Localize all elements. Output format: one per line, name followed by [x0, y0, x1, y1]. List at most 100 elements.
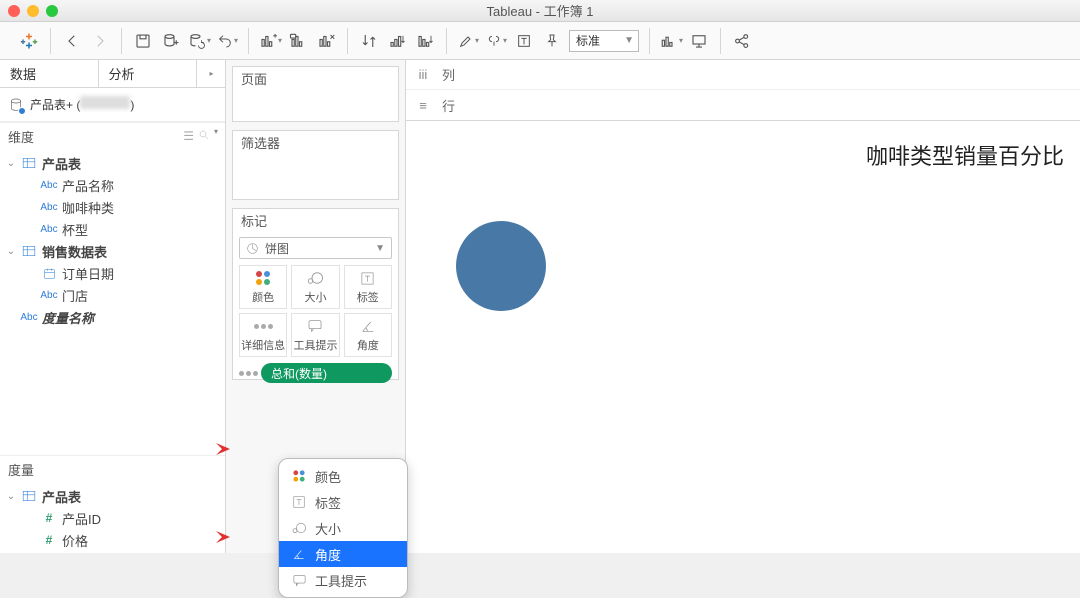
marks-card: 标记 饼图 ▼ 颜色 大小 标签 详细信息 工具提示 角度 总和(数量): [232, 208, 399, 380]
pie-mark[interactable]: [456, 221, 546, 311]
field-store[interactable]: Abc门店: [0, 284, 225, 306]
size-icon: [291, 522, 307, 534]
mark-type-dropdown[interactable]: 饼图 ▼: [239, 237, 392, 259]
annotation-arrow-1: [196, 440, 232, 458]
swap-icon[interactable]: [358, 30, 380, 52]
marks-tooltip[interactable]: 工具提示: [291, 313, 339, 357]
field-order-date[interactable]: 订单日期: [0, 262, 225, 284]
marks-angle[interactable]: 角度: [344, 313, 392, 357]
group-icon[interactable]: ▾: [485, 30, 507, 52]
tab-data[interactable]: 数据: [0, 60, 99, 87]
size-icon: [306, 269, 324, 287]
back-icon[interactable]: [61, 30, 83, 52]
save-icon[interactable]: [132, 30, 154, 52]
side-panel: 数据 分析 ▸ 产品表+ () 维度 ☰ ▾ ⌄ 产品表: [0, 60, 226, 553]
fit-dropdown[interactable]: 标准 ▼: [569, 30, 639, 52]
number-icon: #: [40, 533, 58, 547]
view-list-icon[interactable]: ☰: [183, 129, 194, 144]
viz-canvas[interactable]: 咖啡类型销量百分比: [406, 121, 1080, 553]
detail-icon: [254, 324, 273, 329]
color-icon: [256, 271, 270, 285]
datasource-name: 产品表+ (): [30, 96, 134, 113]
field-measure-names[interactable]: Abc度量名称: [0, 306, 225, 328]
string-icon: Abc: [40, 290, 58, 301]
chevron-down-icon: ▼: [624, 35, 634, 46]
new-datasource-icon[interactable]: [160, 30, 182, 52]
tableau-logo-icon[interactable]: [18, 30, 40, 52]
pages-title: 页面: [233, 67, 398, 89]
measures-tree: ⌄ 产品表 #产品ID #价格: [0, 483, 225, 553]
refresh-datasource-icon[interactable]: ▾: [188, 30, 210, 52]
shelves: iii 列 ≡ 行: [406, 60, 1080, 121]
field-product-name[interactable]: Abc产品名称: [0, 174, 225, 196]
date-icon: [40, 267, 58, 280]
side-tabs: 数据 分析 ▸: [0, 60, 225, 88]
tooltip-icon: [307, 317, 323, 335]
ctx-label[interactable]: 标签: [279, 489, 407, 515]
search-icon[interactable]: [198, 129, 210, 144]
ctx-angle[interactable]: 角度: [279, 541, 407, 567]
new-worksheet-icon[interactable]: ▾: [259, 30, 281, 52]
marks-pill-row: 总和(数量): [233, 357, 398, 389]
worksheet-area: iii 列 ≡ 行 咖啡类型销量百分比: [406, 60, 1080, 553]
marks-size[interactable]: 大小: [291, 265, 339, 309]
string-icon: Abc: [40, 224, 58, 235]
columns-icon: iii: [414, 67, 432, 82]
field-price[interactable]: #价格: [0, 529, 225, 551]
dims-menu-icon[interactable]: ▾: [214, 129, 217, 144]
duplicate-sheet-icon[interactable]: [287, 30, 309, 52]
toolbar: ▾ ▾ ▾ ▾ ▾ 标准 ▼ ▾: [0, 22, 1080, 60]
table-icon: [20, 157, 38, 169]
clear-sheet-icon[interactable]: [315, 30, 337, 52]
table-prod[interactable]: ⌄ 产品表: [0, 152, 225, 174]
string-icon: Abc: [20, 312, 38, 323]
pages-card[interactable]: 页面: [232, 66, 399, 122]
sort-desc-icon[interactable]: [414, 30, 436, 52]
filters-title: 筛选器: [233, 131, 398, 153]
tab-analytics[interactable]: 分析: [99, 60, 198, 87]
columns-shelf[interactable]: iii 列: [406, 60, 1080, 90]
field-coffee-type[interactable]: Abc咖啡种类: [0, 196, 225, 218]
viz-title[interactable]: 咖啡类型销量百分比: [866, 139, 1064, 171]
dimensions-tree: ⌄ 产品表 Abc产品名称 Abc咖啡种类 Abc杯型 ⌄ 销售数据表 订单日期…: [0, 150, 225, 330]
marks-color[interactable]: 颜色: [239, 265, 287, 309]
main-area: 数据 分析 ▸ 产品表+ () 维度 ☰ ▾ ⌄ 产品表: [0, 60, 1080, 553]
window-title: Tableau - 工作簿 1: [0, 1, 1080, 20]
collapse-icon: ⌄: [6, 158, 16, 169]
string-icon: Abc: [40, 180, 58, 191]
measures-header: 度量: [0, 455, 225, 483]
label-icon: [291, 495, 307, 509]
label-icon: [360, 269, 375, 287]
marks-detail[interactable]: 详细信息: [239, 313, 287, 357]
rows-shelf[interactable]: ≡ 行: [406, 90, 1080, 120]
text-label-icon[interactable]: [513, 30, 535, 52]
share-icon[interactable]: [731, 30, 753, 52]
dimensions-header: 维度 ☰ ▾: [0, 122, 225, 150]
table-sales[interactable]: ⌄ 销售数据表: [0, 240, 225, 262]
filters-card[interactable]: 筛选器: [232, 130, 399, 200]
field-cup-size[interactable]: Abc杯型: [0, 218, 225, 240]
marks-label[interactable]: 标签: [344, 265, 392, 309]
annotation-arrow-2: [196, 528, 232, 546]
cards-column: 页面 筛选器 标记 饼图 ▼ 颜色 大小 标签 详细信息 工具提示 角度: [226, 60, 406, 553]
highlight-icon[interactable]: ▾: [457, 30, 479, 52]
pill-sum-quantity[interactable]: 总和(数量): [261, 363, 392, 383]
forward-icon[interactable]: [89, 30, 111, 52]
ctx-color[interactable]: 颜色: [279, 463, 407, 489]
datasource-row[interactable]: 产品表+ (): [0, 88, 225, 122]
field-product-id[interactable]: #产品ID: [0, 507, 225, 529]
ctx-tooltip[interactable]: 工具提示: [279, 567, 407, 593]
sort-asc-icon[interactable]: [386, 30, 408, 52]
table-prod-m[interactable]: ⌄ 产品表: [0, 485, 225, 507]
mark-role-context-menu: 颜色 标签 大小 角度 工具提示: [278, 458, 408, 598]
tab-menu-icon[interactable]: ▸: [197, 60, 225, 87]
collapse-icon: ⌄: [6, 246, 16, 257]
show-me-icon[interactable]: ▾: [660, 30, 682, 52]
table-icon: [20, 245, 38, 257]
pin-icon[interactable]: [541, 30, 563, 52]
undo-icon[interactable]: ▾: [216, 30, 238, 52]
pill-detail-icon[interactable]: [239, 364, 257, 382]
ctx-size[interactable]: 大小: [279, 515, 407, 541]
presentation-icon[interactable]: [688, 30, 710, 52]
chevron-down-icon: ▼: [375, 243, 385, 254]
